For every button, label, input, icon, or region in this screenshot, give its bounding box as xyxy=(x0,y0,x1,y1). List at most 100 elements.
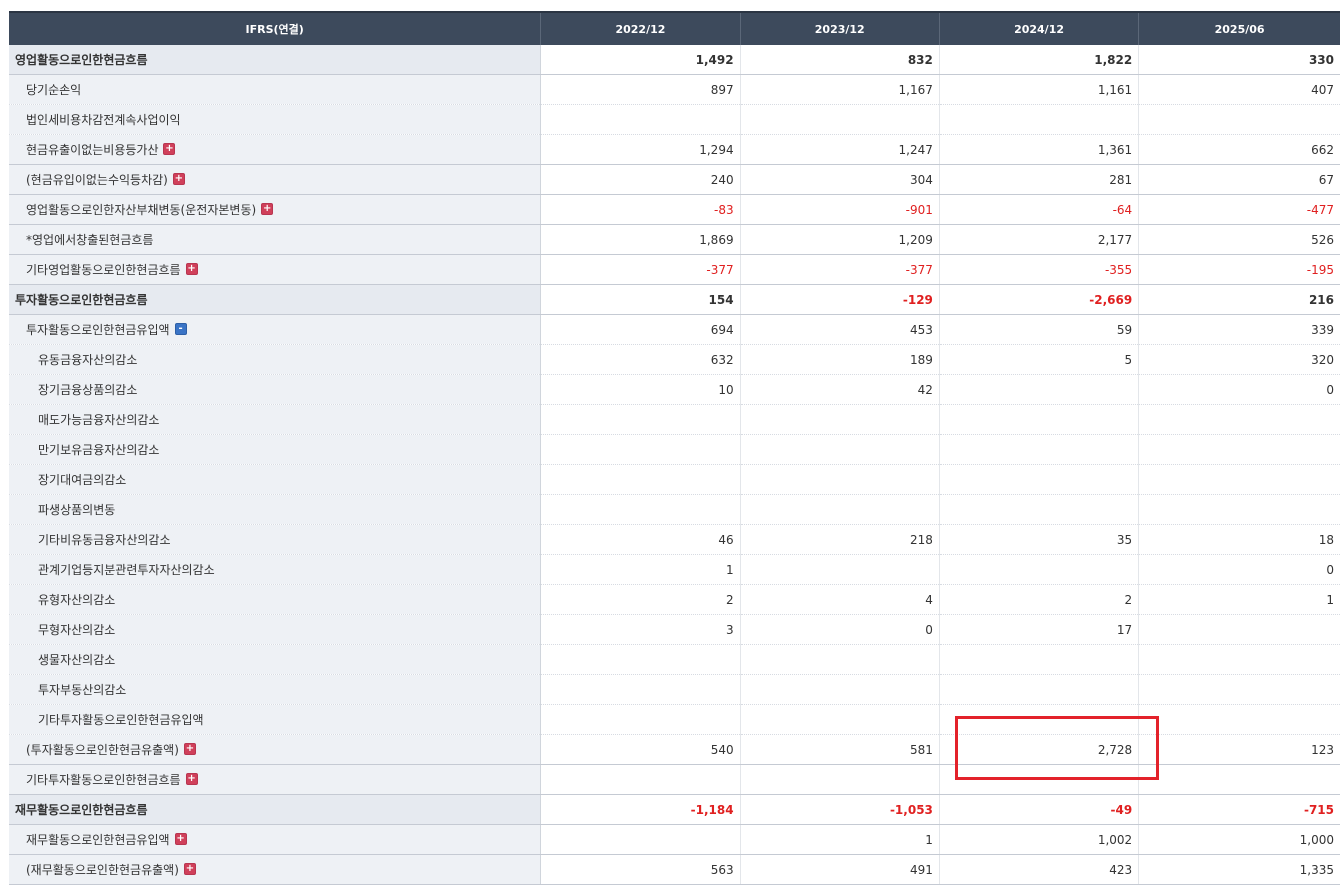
value-cell: 46 xyxy=(540,524,741,555)
value-cell: -64 xyxy=(938,194,1139,225)
table-row: 당기순손익 897 1,167 1,161 407 xyxy=(9,74,1340,105)
table-row: 관계기업등지분관련투자자산의감소 1 0 xyxy=(9,554,1340,585)
value-cell: 897 xyxy=(540,74,741,105)
expand-toggle-icon[interactable]: + xyxy=(163,142,176,155)
collapse-toggle-icon[interactable]: - xyxy=(174,322,187,335)
value-cell: -49 xyxy=(938,794,1139,825)
row-label-cell: 영업활동으로인한자산부채변동(운전자본변동) + xyxy=(9,194,542,225)
value-cell: 240 xyxy=(540,164,741,195)
value-cell: 2 xyxy=(938,584,1139,615)
value-cell xyxy=(540,824,741,855)
value-cell: 3 xyxy=(540,614,741,645)
cash-flow-table: IFRS(연결) 2022/12 2023/12 2024/12 2025/06… xyxy=(9,11,1340,885)
row-label: 현금유출이없는비용등가산 xyxy=(26,143,159,157)
value-cell xyxy=(938,464,1139,495)
value-cell xyxy=(739,434,940,465)
header-period-2023-12[interactable]: 2023/12 xyxy=(739,11,940,45)
value-cell xyxy=(739,704,940,735)
value-cell: 526 xyxy=(1138,224,1340,255)
value-cell: 216 xyxy=(1138,284,1340,315)
expand-toggle-icon[interactable]: + xyxy=(261,202,274,215)
value-cell: 1,822 xyxy=(938,45,1139,75)
value-cell: 1,869 xyxy=(540,224,741,255)
value-cell: 59 xyxy=(938,314,1139,345)
expand-toggle-icon[interactable]: + xyxy=(172,172,185,185)
value-cell xyxy=(739,644,940,675)
value-cell: 339 xyxy=(1138,314,1340,345)
row-label: 관계기업등지분관련투자자산의감소 xyxy=(38,563,215,577)
table-row: 장기대여금의감소 xyxy=(9,464,1340,495)
value-cell: 491 xyxy=(739,854,940,885)
value-cell: 1 xyxy=(1138,584,1340,615)
header-period-2025-06[interactable]: 2025/06 xyxy=(1138,11,1340,45)
value-cell xyxy=(540,104,741,135)
row-label: 영업활동으로인한현금흐름 xyxy=(15,53,148,67)
table-row: 법인세비용차감전계속사업이익 xyxy=(9,104,1340,135)
value-cell: -1,053 xyxy=(739,794,940,825)
expand-toggle-icon[interactable]: + xyxy=(185,772,198,785)
row-label-cell: 투자활동으로인한현금유입액 - xyxy=(9,314,542,345)
header-period-2022-12[interactable]: 2022/12 xyxy=(540,11,741,45)
value-cell: -477 xyxy=(1138,194,1340,225)
table-row: *영업에서창출된현금흐름 1,869 1,209 2,177 526 xyxy=(9,224,1340,255)
row-label: *영업에서창출된현금흐름 xyxy=(26,233,154,247)
row-label-cell: 관계기업등지분관련투자자산의감소 xyxy=(9,554,542,585)
value-cell: 1,161 xyxy=(938,74,1139,105)
value-cell xyxy=(1138,614,1340,645)
row-label: 만기보유금융자산의감소 xyxy=(38,443,160,457)
value-cell: 1,167 xyxy=(739,74,940,105)
table-row: 매도가능금융자산의감소 xyxy=(9,404,1340,435)
value-cell: 189 xyxy=(739,344,940,375)
row-label-cell: 현금유출이없는비용등가산 + xyxy=(9,134,542,165)
value-cell xyxy=(1138,464,1340,495)
row-label-cell: 매도가능금융자산의감소 xyxy=(9,404,542,435)
value-cell: 1 xyxy=(540,554,741,585)
value-cell xyxy=(739,464,940,495)
row-label-cell: (투자활동으로인한현금유출액) + xyxy=(9,734,542,765)
row-label: 영업활동으로인한자산부채변동(운전자본변동) xyxy=(26,203,257,217)
value-cell: 662 xyxy=(1138,134,1340,165)
expand-toggle-icon[interactable]: + xyxy=(183,742,196,755)
value-cell: -195 xyxy=(1138,254,1340,285)
value-cell xyxy=(739,554,940,585)
value-cell xyxy=(938,704,1139,735)
row-label: 투자활동으로인한현금흐름 xyxy=(15,293,148,307)
value-cell: 154 xyxy=(540,284,741,315)
value-cell: 632 xyxy=(540,344,741,375)
value-cell: 218 xyxy=(739,524,940,555)
row-label-cell: 장기금융상품의감소 xyxy=(9,374,542,405)
table-row: 기타투자활동으로인한현금흐름 + xyxy=(9,764,1340,795)
value-cell: 1,002 xyxy=(938,824,1139,855)
value-cell: 1 xyxy=(739,824,940,855)
row-label-cell: 법인세비용차감전계속사업이익 xyxy=(9,104,542,135)
value-cell xyxy=(938,494,1139,525)
value-cell: 67 xyxy=(1138,164,1340,195)
value-cell: 123 xyxy=(1138,734,1340,765)
row-label: 기타영업활동으로인한현금흐름 xyxy=(26,263,181,277)
row-label: 재무활동으로인한현금흐름 xyxy=(15,803,148,817)
table-row: 생물자산의감소 xyxy=(9,644,1340,675)
row-label-cell: 유동금융자산의감소 xyxy=(9,344,542,375)
value-cell xyxy=(938,434,1139,465)
row-label-cell: 기타비유동금융자산의감소 xyxy=(9,524,542,555)
value-cell: 1,000 xyxy=(1138,824,1340,855)
value-cell: 42 xyxy=(739,374,940,405)
expand-toggle-icon[interactable]: + xyxy=(174,832,187,845)
row-label-cell: 투자활동으로인한현금흐름 xyxy=(9,284,542,315)
value-cell: -2,669 xyxy=(938,284,1139,315)
value-cell: 2 xyxy=(540,584,741,615)
row-label: 투자활동으로인한현금유입액 xyxy=(26,323,170,337)
value-cell: -129 xyxy=(739,284,940,315)
header-period-2024-12[interactable]: 2024/12 xyxy=(938,11,1139,45)
row-label: 장기대여금의감소 xyxy=(38,473,127,487)
value-cell: 563 xyxy=(540,854,741,885)
row-label: 기타비유동금융자산의감소 xyxy=(38,533,171,547)
value-cell: -83 xyxy=(540,194,741,225)
table-row: 장기금융상품의감소 10 42 0 xyxy=(9,374,1340,405)
expand-toggle-icon[interactable]: + xyxy=(183,862,196,875)
cash-flow-table-container: IFRS(연결) 2022/12 2023/12 2024/12 2025/06… xyxy=(9,11,1340,885)
value-cell: 4 xyxy=(739,584,940,615)
expand-toggle-icon[interactable]: + xyxy=(185,262,198,275)
value-cell: -715 xyxy=(1138,794,1340,825)
row-label: 매도가능금융자산의감소 xyxy=(38,413,160,427)
